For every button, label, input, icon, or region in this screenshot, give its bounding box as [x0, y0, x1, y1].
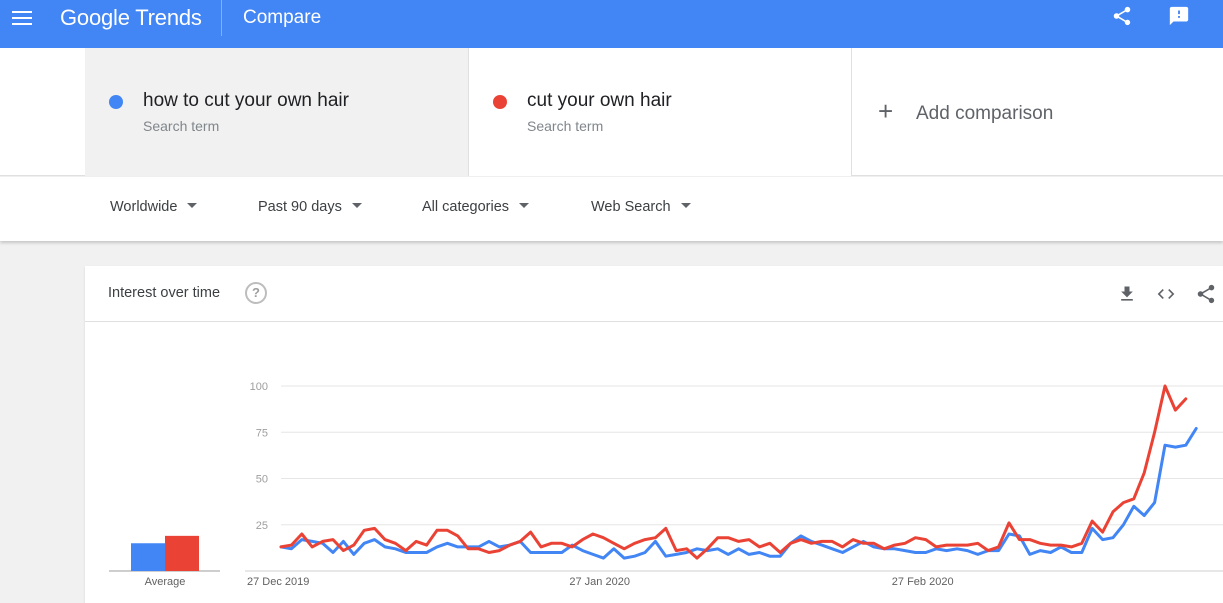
- time-range-value: Past 90 days: [258, 199, 342, 215]
- interest-over-time-chart: 25 50 75 100 27 Dec 2019 27 Jan 2020 27 Feb 20…: [109, 381, 1223, 588]
- feedback-icon[interactable]: [1168, 5, 1190, 27]
- search-terms-bar: how to cut your own hair Search term cut…: [0, 48, 1223, 176]
- add-comparison-button[interactable]: + Add comparison: [852, 48, 1223, 176]
- search-term-card-2[interactable]: cut your own hair Search term: [469, 48, 852, 176]
- y-tick-label: 75: [256, 427, 268, 439]
- category-value: All categories: [422, 199, 510, 215]
- caret-down-icon: [351, 203, 362, 208]
- app-header: Google Trends Compare: [0, 0, 1223, 48]
- caret-down-icon: [187, 203, 198, 208]
- y-tick-label: 100: [250, 381, 268, 393]
- page-title: Compare: [243, 7, 322, 28]
- time-range-dropdown[interactable]: Past 90 days: [258, 199, 362, 219]
- caret-down-icon: [680, 203, 691, 208]
- search-type-dropdown[interactable]: Web Search: [591, 199, 691, 219]
- term-color-dot: [493, 95, 507, 109]
- filters-bar: Worldwide Past 90 days All categories We…: [0, 177, 1223, 241]
- category-dropdown[interactable]: All categories: [422, 199, 530, 219]
- average-label: Average: [145, 576, 186, 588]
- region-value: Worldwide: [110, 199, 178, 215]
- caret-down-icon: [519, 203, 530, 208]
- google-trends-logo[interactable]: Google Trends: [60, 5, 202, 33]
- search-term-card-1[interactable]: how to cut your own hair Search term: [85, 48, 469, 176]
- average-bar: [165, 535, 199, 571]
- header-divider: [221, 0, 222, 36]
- region-dropdown[interactable]: Worldwide: [110, 199, 198, 219]
- add-comparison-label: Add comparison: [916, 103, 1054, 124]
- x-tick-label: 27 Feb 2020: [892, 576, 954, 588]
- x-tick-label: 27 Dec 2019: [247, 576, 309, 588]
- average-bar: [131, 543, 165, 571]
- search-type-value: Web Search: [591, 199, 671, 215]
- menu-icon[interactable]: [12, 8, 34, 28]
- search-term-label: cut your own hair: [527, 90, 672, 111]
- plus-icon: +: [878, 96, 894, 126]
- y-tick-label: 25: [256, 520, 268, 532]
- x-tick-label: 27 Jan 2020: [569, 576, 630, 588]
- interest-over-time-card: Interest over time ? 25 50 75 100 27 Dec 201…: [85, 266, 1223, 603]
- search-term-label: how to cut your own hair: [143, 90, 349, 111]
- share-icon[interactable]: [1111, 5, 1133, 27]
- search-term-sublabel: Search term: [143, 118, 220, 134]
- search-term-sublabel: Search term: [527, 118, 604, 134]
- y-tick-label: 50: [256, 474, 268, 486]
- term-color-dot: [109, 95, 123, 109]
- series-line-2: [279, 384, 1188, 560]
- series-line-1: [279, 427, 1198, 560]
